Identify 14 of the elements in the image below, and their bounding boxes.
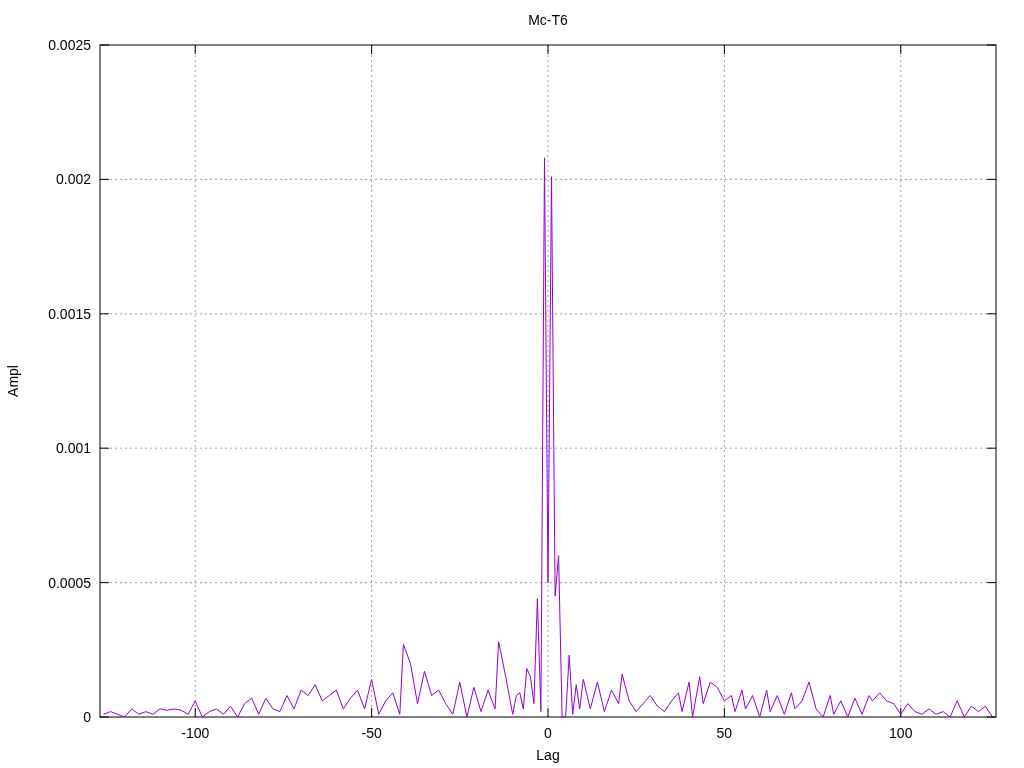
y-tick-label: 0.002 <box>55 171 91 188</box>
x-tick-label: -100 <box>181 725 210 741</box>
y-tick-label: 0 <box>83 709 91 725</box>
x-tick-label: 50 <box>716 725 733 741</box>
chart-title: Mc-T6 <box>528 12 568 28</box>
y-tick-label: 0.0025 <box>48 37 91 53</box>
y-tick-label: 0.0005 <box>48 574 91 591</box>
x-axis-label: Lag <box>536 747 560 763</box>
y-axis-label: Ampl <box>5 365 21 397</box>
y-tick-label: 0.001 <box>55 440 91 457</box>
x-tick-label: 0 <box>544 725 552 741</box>
y-tick-label: 0.0015 <box>48 305 91 322</box>
x-tick-label: -50 <box>361 725 382 741</box>
x-tick-label: 100 <box>889 725 913 741</box>
